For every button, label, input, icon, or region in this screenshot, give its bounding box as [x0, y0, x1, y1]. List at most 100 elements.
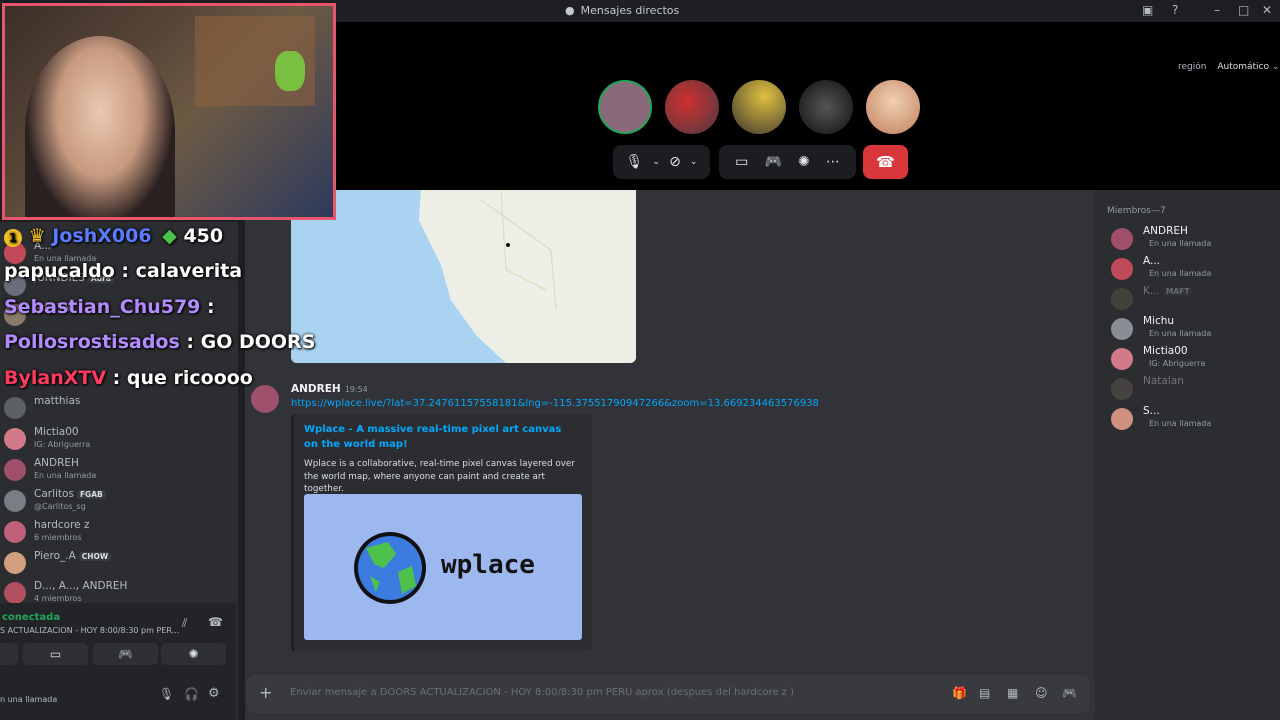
- embed-image[interactable]: wplace: [304, 494, 582, 640]
- map-image[interactable]: [291, 190, 636, 363]
- participant-avatar[interactable]: [665, 80, 719, 134]
- avatar: [1111, 408, 1133, 430]
- close-icon[interactable]: ✕: [1262, 3, 1272, 17]
- dm-name: ANDREH: [34, 457, 79, 469]
- soundboard-button[interactable]: ✺: [161, 643, 226, 665]
- sticker-icon[interactable]: ▦: [1007, 686, 1018, 700]
- message-link[interactable]: https://wplace.live/?lat=37.247611575581…: [291, 398, 819, 409]
- overlay-user: Pollosrostisados: [4, 331, 180, 353]
- voice-status: conectada: [2, 612, 61, 623]
- dm-list-item[interactable]: Carlitos FGAB @Carlitos_sg: [4, 486, 234, 516]
- help-icon[interactable]: ?: [1172, 3, 1178, 17]
- message-composer[interactable]: + Enviar mensaje a DOORS ACTUALIZACION -…: [247, 675, 1090, 713]
- message-time: 19:54: [344, 385, 368, 394]
- dm-list-item[interactable]: Piero_.A CHOW: [4, 548, 234, 578]
- server-tag: FGAB: [76, 490, 106, 499]
- dm-list-item[interactable]: ANDREH En una llamada: [4, 455, 234, 485]
- overlay-user: papucaldo: [4, 260, 115, 282]
- member-status: En una llamada: [1149, 239, 1212, 248]
- participant-avatar[interactable]: [732, 80, 786, 134]
- maximize-icon[interactable]: □: [1238, 3, 1249, 17]
- overlay-chat-message: Sebastian_Chu579 :: [4, 296, 215, 318]
- server-tag: CHOW: [78, 552, 112, 561]
- avatar: [1111, 378, 1133, 400]
- activity-button[interactable]: 🎮: [93, 643, 158, 665]
- chevron-down-icon[interactable]: ⌄: [652, 157, 660, 167]
- settings-icon[interactable]: ⚙: [208, 686, 220, 701]
- webcam-overlay: [2, 3, 336, 220]
- member-status: En una llamada: [1149, 419, 1212, 428]
- member-name: Mictia00: [1143, 345, 1188, 357]
- message-header: ANDREH 19:54: [291, 383, 368, 395]
- microphone-icon[interactable]: 🎙: [626, 154, 644, 170]
- dm-subtext: En una llamada: [34, 471, 97, 480]
- toy-figure: [275, 51, 305, 91]
- inbox-icon[interactable]: ▣: [1142, 3, 1153, 17]
- embed-description: Wplace is a collaborative, real-time pix…: [304, 459, 575, 494]
- region-selector[interactable]: región Automático ⌄: [1178, 62, 1279, 72]
- phone-hangup-icon: ☎: [876, 153, 895, 171]
- member-item[interactable]: Natalan: [1111, 374, 1276, 404]
- participant-avatar[interactable]: [866, 80, 920, 134]
- gif-icon[interactable]: ▤: [979, 686, 990, 700]
- points-icon: ◆: [162, 225, 177, 247]
- member-item[interactable]: A... En una llamada: [1111, 254, 1276, 284]
- member-item[interactable]: Michu En una llamada: [1111, 314, 1276, 344]
- message-author[interactable]: ANDREH: [291, 383, 341, 395]
- avatar: [1111, 288, 1133, 310]
- dm-name: Mictia00: [34, 426, 79, 438]
- camera-off-icon[interactable]: ⊘: [669, 154, 681, 170]
- voice-channel[interactable]: S ACTUALIZACION - HOY 8:00/8:30 pm PER..…: [0, 626, 179, 635]
- member-item[interactable]: K... MAFT: [1111, 284, 1276, 314]
- embed-title[interactable]: Wplace - A massive real-time pixel art c…: [304, 422, 574, 452]
- member-item[interactable]: Mictia00 IG: Abriguerra: [1111, 344, 1276, 374]
- dm-list-item[interactable]: matthias: [4, 393, 234, 423]
- member-item[interactable]: S... En una llamada: [1111, 404, 1276, 434]
- member-name: Michu: [1143, 315, 1175, 327]
- avatar: [4, 459, 26, 481]
- member-item[interactable]: ANDREH En una llamada: [1111, 224, 1276, 254]
- avatar: [1111, 348, 1133, 370]
- soundboard-icon[interactable]: ✺: [798, 154, 810, 170]
- avatar: [4, 397, 26, 419]
- member-name: S...: [1143, 405, 1160, 417]
- microphone-icon[interactable]: 🎙: [159, 687, 174, 701]
- avatar: [1111, 228, 1133, 250]
- screen-share-icon[interactable]: ▭: [735, 154, 748, 170]
- gamepad-icon[interactable]: 🎮: [1062, 686, 1077, 700]
- gift-icon[interactable]: 🎁: [952, 686, 967, 700]
- dm-name: matthias: [34, 395, 81, 407]
- gamepad-icon[interactable]: 🎮: [764, 154, 781, 170]
- crown-icon: ♛: [28, 225, 46, 247]
- disconnect-button[interactable]: ☎: [863, 145, 908, 179]
- dm-subtext: 4 miembros: [34, 594, 82, 603]
- chevron-down-icon[interactable]: ⌄: [690, 157, 698, 167]
- screen-share-button[interactable]: ▭: [23, 643, 88, 665]
- emoji-icon[interactable]: ☺: [1035, 686, 1048, 700]
- add-attachment-icon[interactable]: +: [259, 683, 272, 702]
- activity-controls: ▭ 🎮 ✺ ⋯: [719, 145, 856, 179]
- participant-avatar[interactable]: [598, 80, 652, 134]
- composer-placeholder: Enviar mensaje a DOORS ACTUALIZACION - H…: [290, 687, 795, 698]
- dm-name: Piero_.A CHOW: [34, 550, 112, 562]
- dm-list-item[interactable]: hardcore z 6 miembros: [4, 517, 234, 547]
- member-status: IG: Abriguerra: [1149, 359, 1206, 368]
- dm-name: Carlitos FGAB: [34, 488, 106, 500]
- headphones-icon[interactable]: 🎧: [184, 687, 199, 701]
- dm-list-item[interactable]: Mictia00 IG: Abriguerra: [4, 424, 234, 454]
- more-icon[interactable]: ⋯: [826, 154, 840, 170]
- member-name: ANDREH: [1143, 225, 1188, 237]
- disconnect-icon[interactable]: ☎: [208, 615, 223, 629]
- overlay-user: JoshX006: [52, 225, 152, 247]
- participant-avatar[interactable]: [799, 80, 853, 134]
- author-avatar[interactable]: [251, 385, 279, 413]
- camera-button[interactable]: [0, 643, 18, 665]
- overlay-chat-message: papucaldo : calaverita: [4, 260, 242, 282]
- minimize-icon[interactable]: –: [1214, 3, 1220, 17]
- dm-subtext: IG: Abriguerra: [34, 440, 91, 449]
- noise-suppression-icon[interactable]: ⫽: [182, 616, 187, 631]
- server-tag: MAFT: [1162, 287, 1193, 296]
- avatar: [1111, 258, 1133, 280]
- dm-name: D..., A..., ANDREH: [34, 580, 128, 592]
- member-list: Miembros—7 ANDREH En una llamada A... En un…: [1095, 190, 1280, 720]
